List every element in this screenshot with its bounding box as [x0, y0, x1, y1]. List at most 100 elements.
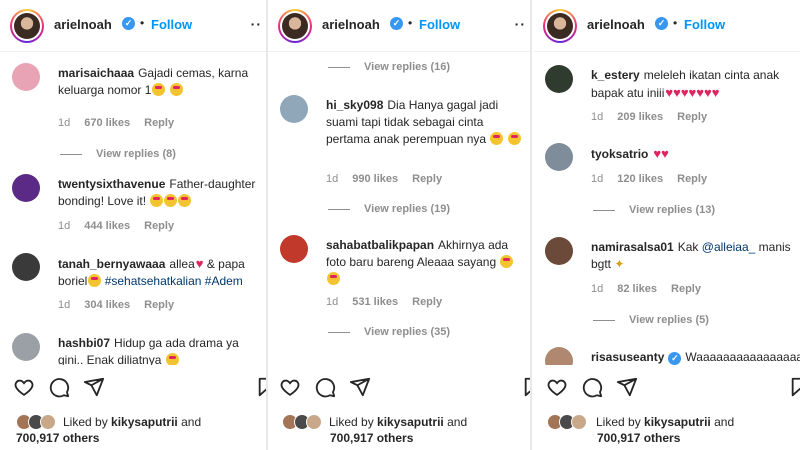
commenter-username[interactable]: namirasalsa01: [591, 240, 674, 254]
emoji-icon: [165, 353, 179, 365]
liker-avatar: [571, 414, 587, 430]
comment-age: 1d: [591, 111, 604, 123]
separator-dot: •: [140, 16, 145, 30]
comment-meta: 1d 670 likes Reply: [58, 117, 188, 129]
author-username[interactable]: arielnoah: [322, 17, 380, 32]
liker-avatar: [40, 414, 56, 430]
comment-age: 1d: [58, 117, 71, 129]
comments-list: marisaichaaa Gajadi cemas, karna keluarga…: [0, 53, 266, 365]
comment-icon[interactable]: [314, 376, 336, 398]
view-replies-button[interactable]: View replies (16): [328, 61, 450, 73]
commenter-avatar[interactable]: [545, 143, 573, 171]
comment-text: sahabatbalikpapan Akhirnya ada foto baru …: [326, 237, 522, 288]
reply-button[interactable]: Reply: [677, 173, 707, 185]
author-avatar[interactable]: [278, 9, 312, 43]
post-actions-bar: [268, 372, 530, 402]
likes-count[interactable]: 700,917 others: [330, 431, 413, 445]
commenter-username[interactable]: hi_sky098: [326, 98, 383, 112]
commenter-username[interactable]: tanah_bernyawaaa: [58, 257, 165, 271]
comment-age: 1d: [58, 220, 71, 232]
liker-username[interactable]: kikysaputrii: [644, 415, 711, 429]
commenter-avatar[interactable]: [280, 235, 308, 263]
reply-button[interactable]: Reply: [677, 111, 707, 123]
liker-avatar: [306, 414, 322, 430]
comment-likes[interactable]: 670 likes: [84, 117, 130, 129]
commenter-username[interactable]: marisaichaaa: [58, 66, 134, 80]
reply-button[interactable]: Reply: [671, 283, 701, 295]
reply-button[interactable]: Reply: [144, 220, 174, 232]
commenter-avatar[interactable]: [12, 174, 40, 202]
view-replies-button[interactable]: View replies (8): [60, 148, 176, 160]
author-avatar[interactable]: [543, 9, 577, 43]
comment-likes[interactable]: 209 likes: [617, 111, 663, 123]
emoji-icon: [178, 194, 192, 207]
comment-likes[interactable]: 304 likes: [84, 299, 130, 311]
hashtag-link[interactable]: #sehatsehatkalian #Adem: [105, 274, 243, 288]
likes-count[interactable]: 700,917 others: [16, 431, 99, 445]
comment-likes[interactable]: 82 likes: [617, 283, 657, 295]
comment-text: tanah_bernyawaaa allea♥ & papa boriel #se…: [58, 255, 258, 290]
share-icon[interactable]: [349, 376, 371, 398]
follow-button[interactable]: Follow: [151, 17, 192, 32]
commenter-avatar[interactable]: [12, 333, 40, 361]
comment-icon[interactable]: [48, 376, 70, 398]
bookmark-icon[interactable]: [522, 376, 530, 398]
commenter-username[interactable]: sahabatbalikpapan: [326, 238, 434, 252]
commenter-username[interactable]: tyoksatrio: [591, 147, 648, 161]
view-replies-button[interactable]: View replies (13): [593, 204, 715, 216]
post-actions-bar: [0, 372, 266, 402]
comment-likes[interactable]: 120 likes: [617, 173, 663, 185]
comment-likes[interactable]: 531 likes: [352, 296, 398, 308]
commenter-username[interactable]: risasuseanty: [591, 350, 664, 364]
view-replies-button[interactable]: View replies (35): [328, 326, 450, 338]
comment-likes[interactable]: 444 likes: [84, 220, 130, 232]
post-panel-3: arielnoah ✓ • Follow k_estery meleleh ika…: [533, 0, 800, 450]
reply-button[interactable]: Reply: [412, 173, 442, 185]
commenter-avatar[interactable]: [545, 347, 573, 365]
emoji-icon: [152, 83, 166, 96]
commenter-avatar[interactable]: [12, 253, 40, 281]
heart-icon[interactable]: [546, 376, 568, 398]
follow-button[interactable]: Follow: [684, 17, 725, 32]
comment-icon[interactable]: [581, 376, 603, 398]
follow-button[interactable]: Follow: [419, 17, 460, 32]
verified-badge-icon: ✓: [655, 17, 668, 30]
commenter-username[interactable]: hashbi07: [58, 336, 110, 350]
likes-summary: Liked by kikysaputrii and 700,917 others: [0, 410, 266, 450]
heart-icon[interactable]: [279, 376, 301, 398]
commenter-avatar[interactable]: [545, 65, 573, 93]
commenter-avatar[interactable]: [280, 95, 308, 123]
reply-button[interactable]: Reply: [144, 117, 174, 129]
likes-count[interactable]: 700,917 others: [597, 431, 680, 445]
commenter-username[interactable]: k_estery: [591, 68, 640, 82]
liker-username[interactable]: kikysaputrii: [377, 415, 444, 429]
bookmark-icon[interactable]: [256, 376, 266, 398]
comment-text: k_estery meleleh ikatan cinta anak bapak …: [591, 67, 792, 102]
commenter-avatar[interactable]: [545, 237, 573, 265]
reply-button[interactable]: Reply: [144, 299, 174, 311]
verified-badge-icon: ✓: [390, 17, 403, 30]
bookmark-icon[interactable]: [789, 376, 800, 398]
more-options-icon[interactable]: ··: [515, 16, 526, 32]
heart-emoji-icon: ♥♥♥♥♥♥♥: [665, 85, 720, 100]
mention-link[interactable]: @alleiaa_: [702, 240, 756, 254]
view-replies-button[interactable]: View replies (5): [593, 314, 709, 326]
more-options-icon[interactable]: ··: [251, 16, 262, 32]
comment-text: namirasalsa01 Kak @alleiaa_ manis bgtt ✦: [591, 239, 792, 273]
author-username[interactable]: arielnoah: [54, 17, 112, 32]
sparkles-emoji-icon: ✦: [614, 257, 625, 271]
commenter-avatar[interactable]: [12, 63, 40, 91]
share-icon[interactable]: [616, 376, 638, 398]
heart-icon[interactable]: [13, 376, 35, 398]
emoji-icon: [327, 272, 340, 285]
comment-likes[interactable]: 990 likes: [352, 173, 398, 185]
author-username[interactable]: arielnoah: [587, 17, 645, 32]
share-icon[interactable]: [83, 376, 105, 398]
commenter-username[interactable]: twentysixthavenue: [58, 177, 165, 191]
author-avatar[interactable]: [10, 9, 44, 43]
reply-button[interactable]: Reply: [412, 296, 442, 308]
comment-text: risasuseanty ✓ Waaaaaaaaaaaaaaaa: [591, 349, 800, 365]
liker-username[interactable]: kikysaputrii: [111, 415, 178, 429]
view-replies-button[interactable]: View replies (19): [328, 203, 450, 215]
verified-badge-icon: ✓: [668, 352, 682, 365]
